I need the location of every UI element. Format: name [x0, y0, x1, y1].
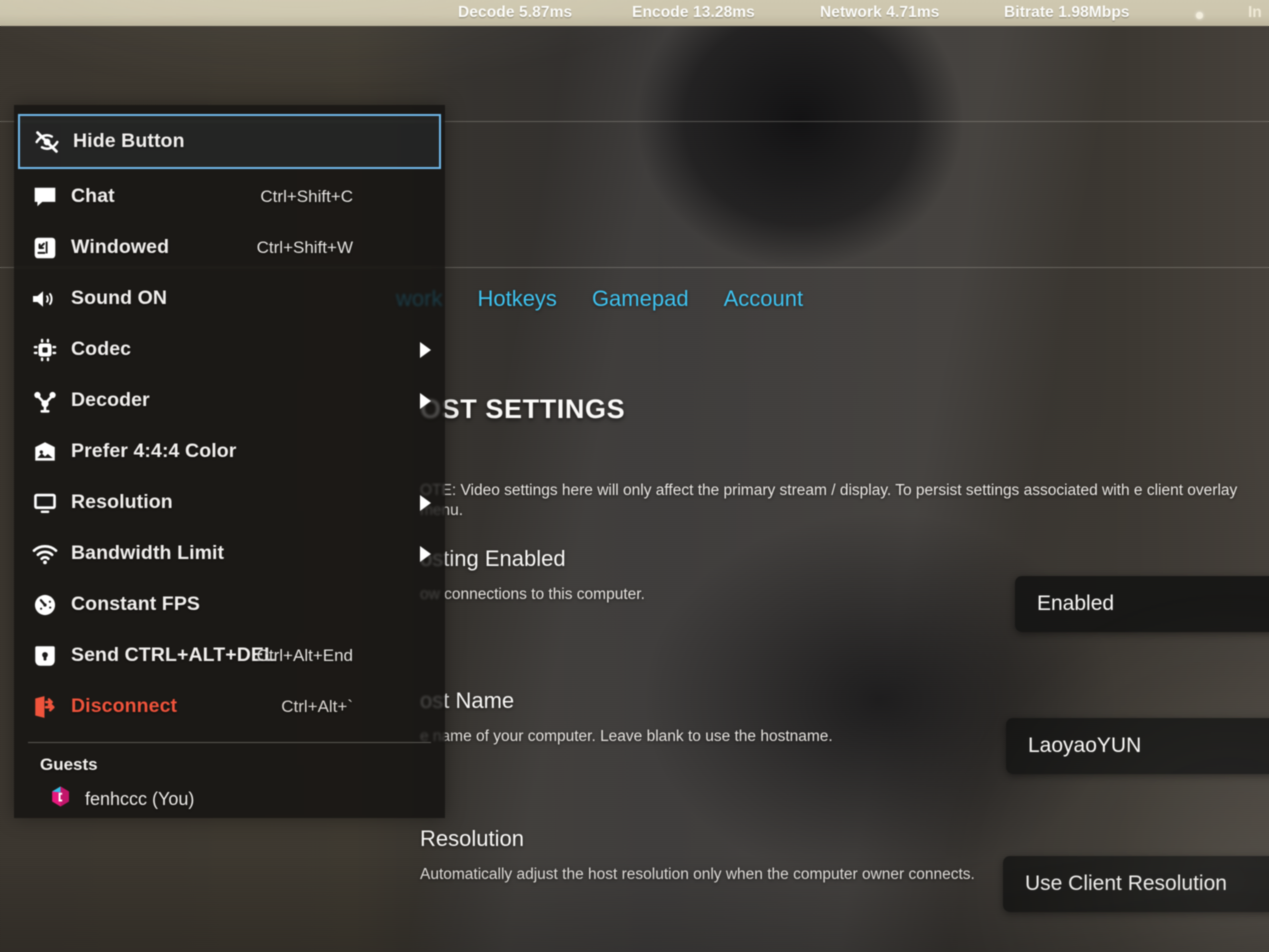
menu-item-resolution[interactable]: Resolution	[14, 477, 445, 528]
stat-bitrate: Bitrate 1.98Mbps	[1004, 4, 1130, 22]
stat-network: Network 4.71ms	[820, 4, 939, 22]
chevron-right-icon	[420, 341, 431, 358]
monitor-icon	[25, 490, 65, 516]
setting-label-hosting-enabled: osting Enabled	[420, 546, 566, 571]
menu-item-sound[interactable]: Sound ON	[14, 273, 445, 324]
menu-item-decoder[interactable]: Decoder	[14, 375, 445, 426]
settings-tabs: work Hotkeys Gamepad Account	[396, 286, 804, 312]
tab-account[interactable]: Account	[724, 286, 804, 312]
menu-label: Sound ON	[71, 287, 168, 309]
stat-decode-label: Decode	[458, 4, 515, 21]
hosting-enabled-dropdown[interactable]: Enabled	[1015, 576, 1269, 632]
resolution-value: Use Client Resolution	[1025, 872, 1227, 895]
setting-label-host-name: ost Name	[420, 688, 515, 713]
menu-item-disconnect[interactable]: Disconnect Ctrl+Alt+`	[14, 681, 445, 732]
parsec-avatar-icon	[48, 784, 73, 814]
host-name-input[interactable]: LaoyaoYUN	[1006, 718, 1269, 774]
speedometer-icon	[25, 592, 65, 618]
menu-label: Prefer 4:4:4 Color	[71, 440, 237, 462]
eye-slash-icon	[27, 129, 67, 155]
menu-label: Resolution	[71, 491, 173, 513]
menu-accelerator: Ctrl+Shift+W	[256, 237, 353, 257]
stat-decode-value: 5.87ms	[519, 4, 573, 21]
setting-label-resolution: Resolution	[420, 826, 524, 851]
stat-bitrate-value: 1.98Mbps	[1058, 4, 1130, 21]
menu-label: Windowed	[71, 236, 170, 258]
menu-label: Decoder	[71, 389, 150, 411]
lock-icon	[25, 643, 65, 669]
menu-item-send-ctrl-alt-del[interactable]: Send CTRL+ALT+DEL Ctrl+Alt+End	[14, 630, 445, 681]
guest-list-item[interactable]: fenhccc (You)	[14, 775, 445, 814]
stat-network-label: Network	[820, 4, 882, 21]
stat-encode-value: 13.28ms	[693, 4, 755, 21]
chevron-right-icon	[420, 545, 431, 562]
stat-encode: Encode 13.28ms	[632, 4, 755, 22]
stat-truncated-text: In	[1248, 4, 1262, 21]
status-dot-icon	[1196, 12, 1203, 19]
parsec-overlay-menu: Hide Button Chat Ctrl+Shift+C Windowed C…	[14, 105, 445, 818]
wifi-icon	[25, 541, 65, 567]
menu-label: Constant FPS	[71, 593, 201, 615]
menu-accelerator: Ctrl+Alt+`	[281, 696, 353, 716]
menu-item-windowed[interactable]: Windowed Ctrl+Shift+W	[14, 222, 445, 273]
guests-section-title: Guests	[40, 755, 98, 774]
chat-bubble-icon	[25, 184, 65, 210]
menu-accelerator: Ctrl+Alt+End	[256, 645, 353, 665]
tab-gamepad[interactable]: Gamepad	[592, 286, 689, 312]
speaker-on-icon	[25, 286, 65, 312]
chevron-right-icon	[420, 494, 431, 511]
menu-item-codec[interactable]: Codec	[14, 324, 445, 375]
menu-item-prefer-444-color[interactable]: Prefer 4:4:4 Color	[14, 426, 445, 477]
menu-item-constant-fps[interactable]: Constant FPS	[14, 579, 445, 630]
decoder-icon	[25, 388, 65, 414]
performance-overlay-bar: Decode 5.87ms Encode 13.28ms Network 4.7…	[0, 0, 1269, 26]
tab-hotkeys[interactable]: Hotkeys	[477, 286, 556, 312]
menu-accelerator: Ctrl+Shift+C	[260, 186, 353, 206]
menu-label: Disconnect	[71, 695, 178, 717]
windowed-icon	[25, 235, 65, 261]
resolution-dropdown[interactable]: Use Client Resolution	[1003, 856, 1269, 912]
menu-item-bandwidth-limit[interactable]: Bandwidth Limit	[14, 528, 445, 579]
menu-label: Codec	[71, 338, 132, 360]
image-icon	[25, 439, 65, 465]
stat-bitrate-label: Bitrate	[1004, 4, 1054, 21]
menu-label: Send CTRL+ALT+DEL	[71, 644, 277, 666]
menu-item-chat[interactable]: Chat Ctrl+Shift+C	[14, 171, 445, 222]
menu-label: Bandwidth Limit	[71, 542, 225, 564]
hosting-enabled-value: Enabled	[1037, 592, 1115, 615]
menu-label: Chat	[71, 185, 115, 207]
stat-network-value: 4.71ms	[886, 4, 940, 21]
host-name-value: LaoyaoYUN	[1028, 734, 1142, 757]
guest-name: fenhccc (You)	[85, 788, 195, 809]
menu-item-hide-button[interactable]: Hide Button	[18, 114, 441, 169]
menu-label: Hide Button	[73, 130, 185, 152]
chip-icon	[25, 337, 65, 363]
logout-icon	[25, 694, 65, 720]
chevron-right-icon	[420, 392, 431, 409]
stat-encode-label: Encode	[632, 4, 689, 21]
stat-decode: Decode 5.87ms	[458, 4, 572, 22]
